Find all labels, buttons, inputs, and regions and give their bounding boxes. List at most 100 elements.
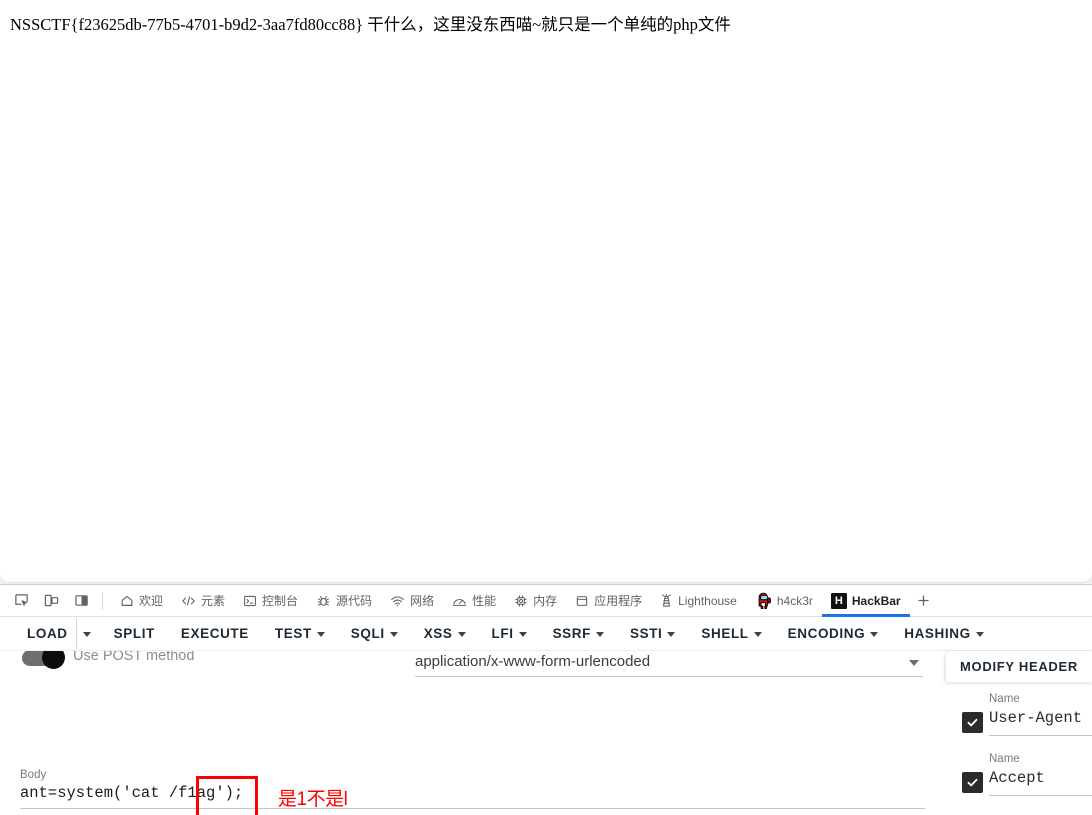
devtools-panel: 欢迎 元素 控制台 源代码 网络 性能 内存 应用程序 Lighthouse h…: [0, 584, 1092, 815]
request-body-underline: [20, 808, 925, 809]
toggle-knob: [42, 651, 65, 669]
hackbar-shell-menu[interactable]: SHELL: [688, 619, 774, 649]
hackbar-encoding-menu[interactable]: ENCODING: [775, 619, 892, 649]
network-wifi-icon: [390, 594, 405, 608]
content-type-value: application/x-www-form-urlencoded: [415, 653, 651, 670]
hackbar-sqli-menu[interactable]: SQLI: [338, 619, 411, 649]
hackbar-ssti-menu[interactable]: SSTI: [617, 619, 688, 649]
annotation-note-text: 是1不是l: [278, 789, 348, 810]
devtools-tab-label: 源代码: [336, 594, 373, 608]
dock-position-icon[interactable]: [68, 589, 94, 613]
devtools-tab-label: 内存: [533, 594, 558, 608]
header-name-input[interactable]: Accept: [989, 769, 1045, 787]
hackbar-logo-icon: H: [830, 592, 847, 609]
page-content-text: NSSCTF{f23625db-77b5-4701-b9d2-3aa7fd80c…: [10, 15, 731, 34]
hackbar-button-label: SSTI: [629, 626, 663, 641]
content-type-underline: [415, 676, 923, 677]
request-body-input[interactable]: ant=system('cat /f1ag');: [20, 784, 925, 808]
devtools-tab-label: 性能: [472, 594, 497, 608]
hackbar-button-label: XSS: [423, 626, 453, 641]
devtools-tab-label: 应用程序: [594, 594, 643, 608]
chevron-down-icon: [518, 632, 527, 637]
modify-header-title: MODIFY HEADER: [960, 659, 1078, 674]
chevron-down-icon: [82, 632, 91, 637]
header-name-input[interactable]: User-Agent: [989, 709, 1082, 727]
devtools-tab-h4ck3r[interactable]: h4ck3r: [746, 585, 822, 616]
hackbar-hashing-menu[interactable]: HASHING: [891, 619, 996, 649]
chevron-down-icon: [316, 632, 325, 637]
devtools-tab-performance[interactable]: 性能: [443, 585, 505, 616]
hackbar-load-button[interactable]: LOAD: [14, 619, 74, 649]
performance-gauge-icon: [452, 594, 467, 608]
modify-header-panel: MODIFY HEADER Name User-Agent Name Accep…: [946, 651, 1092, 814]
chevron-down-icon: [667, 632, 676, 637]
console-terminal-icon: [243, 594, 257, 608]
chevron-down-icon: [870, 632, 879, 637]
home-icon: [120, 594, 134, 608]
hackbar-button-label: TEST: [274, 626, 312, 641]
header-name-underline: [989, 795, 1092, 796]
devtools-tab-memory[interactable]: 内存: [505, 585, 566, 616]
hackbar-button-label: LOAD: [27, 626, 68, 641]
hackbar-request-editor: Use POST method application/x-www-form-u…: [0, 651, 1092, 815]
lighthouse-icon: [660, 593, 673, 608]
hackbar-split-button[interactable]: SPLIT: [101, 619, 168, 649]
header-enabled-checkbox[interactable]: [962, 712, 983, 733]
hackbar-button-label: ENCODING: [787, 626, 866, 641]
modify-header-title-tab[interactable]: MODIFY HEADER: [946, 651, 1092, 682]
devtools-tab-application[interactable]: 应用程序: [566, 585, 651, 616]
content-type-select[interactable]: application/x-www-form-urlencoded: [415, 653, 923, 677]
hackbar-button-label: HASHING: [904, 626, 971, 641]
tabstrip-divider: [102, 591, 103, 610]
hackbar-ssrf-menu[interactable]: SSRF: [540, 619, 617, 649]
chevron-down-icon: [975, 632, 984, 637]
chevron-down-icon: [753, 632, 762, 637]
devtools-tab-label: 网络: [410, 594, 435, 608]
hackbar-toolbar: LOAD SPLIT EXECUTE TEST SQLI XSS LFI SSR…: [0, 617, 1092, 651]
hackbar-button-label: LFI: [491, 626, 514, 641]
chevron-down-icon: [909, 660, 919, 666]
hackbar-lfi-menu[interactable]: LFI: [479, 619, 540, 649]
header-name-label: Name: [989, 693, 1020, 705]
chevron-down-icon: [389, 632, 398, 637]
modify-header-rows: Name User-Agent Name Accept: [946, 687, 1092, 807]
amongus-crewmate-icon: [755, 592, 772, 610]
bug-sources-icon: [316, 594, 331, 608]
modify-header-row: Name User-Agent: [946, 687, 1092, 747]
hackbar-load-dropdown-button[interactable]: [75, 618, 101, 649]
devtools-tab-elements[interactable]: 元素: [172, 585, 234, 616]
devtools-tab-label: 控制台: [262, 594, 299, 608]
add-tab-button[interactable]: [910, 587, 938, 615]
chevron-down-icon: [595, 632, 604, 637]
devtools-tab-console[interactable]: 控制台: [234, 585, 307, 616]
memory-chip-icon: [514, 594, 528, 608]
devtools-tab-label: h4ck3r: [776, 593, 813, 608]
request-body-label: Body: [20, 769, 47, 781]
devtools-tab-hackbar[interactable]: H HackBar: [821, 585, 910, 617]
request-body-field: Body ant=system('cat /f1ag'); 是1不是l: [20, 769, 925, 815]
devtools-tab-label: Lighthouse: [678, 593, 737, 608]
browser-window: NSSCTF{f23625db-77b5-4701-b9d2-3aa7fd80c…: [0, 0, 1092, 815]
hackbar-xss-menu[interactable]: XSS: [411, 619, 479, 649]
devtools-tab-lighthouse[interactable]: Lighthouse: [651, 585, 746, 616]
header-enabled-checkbox[interactable]: [962, 772, 983, 793]
header-name-label: Name: [989, 753, 1020, 765]
hackbar-test-menu[interactable]: TEST: [262, 619, 338, 649]
devtools-tab-sources[interactable]: 源代码: [307, 585, 381, 616]
inspect-element-icon[interactable]: [8, 589, 34, 613]
devtools-tab-label: 元素: [201, 594, 226, 608]
hackbar-button-label: SQLI: [350, 626, 385, 641]
hackbar-execute-button[interactable]: EXECUTE: [168, 619, 262, 649]
hackbar-button-label: SSRF: [552, 626, 591, 641]
use-post-method-label: Use POST method: [73, 651, 195, 664]
devtools-tab-network[interactable]: 网络: [381, 585, 443, 616]
devtools-tab-label: HackBar: [851, 593, 901, 608]
device-toolbar-icon[interactable]: [38, 589, 64, 613]
use-post-method-toggle[interactable]: [22, 651, 66, 671]
hackbar-button-label: SPLIT: [113, 626, 155, 641]
devtools-tab-welcome[interactable]: 欢迎: [111, 585, 172, 616]
page-viewport: NSSCTF{f23625db-77b5-4701-b9d2-3aa7fd80c…: [0, 0, 1092, 583]
code-brackets-icon: [181, 594, 196, 608]
devtools-tab-label: 欢迎: [139, 594, 164, 608]
hackbar-button-label: SHELL: [701, 626, 749, 641]
